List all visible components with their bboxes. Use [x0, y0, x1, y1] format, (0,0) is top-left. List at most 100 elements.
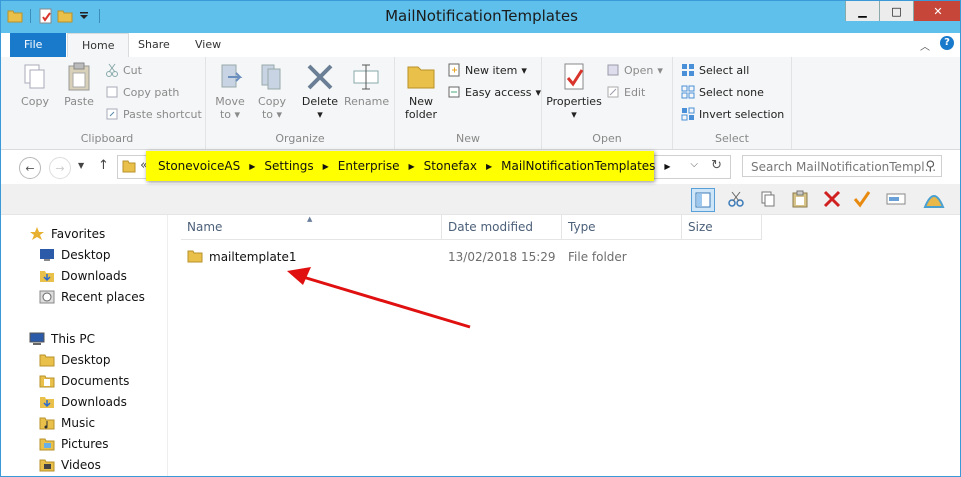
- column-name[interactable]: Name: [181, 215, 442, 239]
- cut-button[interactable]: Cut: [105, 63, 142, 77]
- refresh-icon[interactable]: ↻: [711, 158, 722, 173]
- checkmark-icon[interactable]: [851, 188, 873, 210]
- copy-button[interactable]: Copy: [15, 61, 55, 108]
- invert-selection-button[interactable]: Invert selection: [681, 107, 784, 121]
- copy-label: Copy: [21, 95, 49, 108]
- file-row[interactable]: mailtemplate1 13/02/2018 15:29 File fold…: [183, 247, 762, 267]
- move-to-button[interactable]: Move to ▾: [210, 61, 250, 121]
- chevron-right-icon[interactable]: ▶: [323, 162, 329, 171]
- column-type[interactable]: Type: [562, 215, 682, 239]
- nav-this-pc-label: This PC: [51, 332, 95, 346]
- preview-pane-icon[interactable]: [691, 188, 715, 212]
- rename-icon: [350, 61, 382, 93]
- scissors-icon[interactable]: [725, 188, 747, 210]
- close-button[interactable]: ✕: [913, 1, 960, 21]
- navigation-pane: Favorites Desktop Downloads Recent place…: [1, 215, 168, 476]
- breadcrumb-label: MailNotificationTemplates: [501, 159, 656, 173]
- search-input[interactable]: Search MailNotificationTempl... ⚲: [742, 155, 942, 177]
- forward-arrow-icon: →: [55, 161, 65, 175]
- explorer-window: MailNotificationTemplates ▁ □ ✕ File Hom…: [0, 0, 961, 477]
- edit-button[interactable]: Edit: [606, 85, 645, 99]
- tab-file[interactable]: File: [10, 33, 66, 57]
- chevron-right-icon[interactable]: ▶: [409, 162, 415, 171]
- delete-button[interactable]: Delete ▾: [300, 61, 340, 121]
- up-arrow-icon[interactable]: ↑: [98, 158, 109, 173]
- paste-button[interactable]: Paste: [59, 61, 99, 108]
- new-folder-button[interactable]: New folder: [399, 61, 443, 121]
- nav-pc-pictures[interactable]: Pictures: [39, 437, 109, 451]
- column-size[interactable]: Size: [682, 215, 762, 239]
- nav-pc-desktop[interactable]: Desktop: [39, 353, 111, 367]
- edit-icon: [606, 85, 620, 99]
- dropdown-caret-icon: ▾: [521, 63, 527, 77]
- delete-icon[interactable]: [821, 188, 843, 210]
- nav-pc-videos[interactable]: Videos: [39, 458, 101, 472]
- music-icon: [39, 416, 55, 430]
- new-item-button[interactable]: New item ▾: [447, 63, 527, 77]
- paste-icon[interactable]: [789, 188, 811, 210]
- invert-selection-icon: [681, 107, 695, 121]
- select-all-label: Select all: [699, 63, 750, 77]
- breadcrumb-item[interactable]: MailNotificationTemplates ▶: [501, 159, 679, 173]
- group-label-open: Open: [592, 132, 622, 145]
- nav-this-pc[interactable]: This PC: [29, 332, 95, 346]
- select-none-button[interactable]: Select none: [681, 85, 764, 99]
- copy-path-button[interactable]: Copy path: [105, 85, 179, 99]
- videos-icon: [39, 458, 55, 472]
- copy-icon[interactable]: [757, 188, 779, 210]
- select-none-label: Select none: [699, 85, 764, 99]
- easy-access-icon: [447, 85, 461, 99]
- nav-pc-downloads[interactable]: Downloads: [39, 395, 127, 409]
- select-none-icon: [681, 85, 695, 99]
- help-icon[interactable]: ?: [940, 36, 954, 50]
- breadcrumb-item[interactable]: StonevoiceAS ▶: [158, 159, 264, 173]
- tab-share[interactable]: Share: [124, 33, 184, 57]
- maximize-button[interactable]: □: [879, 1, 913, 21]
- nav-item-label: Documents: [61, 374, 130, 388]
- group-label-new: New: [456, 132, 480, 145]
- nav-favorites-desktop[interactable]: Desktop: [39, 248, 111, 262]
- rename-icon[interactable]: [885, 188, 907, 210]
- copy-to-button[interactable]: Copy to ▾: [252, 61, 292, 121]
- breadcrumb-item[interactable]: Stonefax ▶: [424, 159, 502, 173]
- breadcrumb-item[interactable]: Settings ▶: [264, 159, 337, 173]
- collapse-ribbon-icon[interactable]: ︿: [920, 38, 930, 53]
- window-controls: ▁ □ ✕: [845, 1, 960, 21]
- column-date-modified[interactable]: Date modified: [442, 215, 562, 239]
- paste-shortcut-icon: [105, 107, 119, 121]
- chevron-right-icon[interactable]: ▶: [249, 162, 255, 171]
- forward-button[interactable]: →: [49, 157, 71, 179]
- new-folder-label: New folder: [405, 95, 437, 121]
- shell-icon[interactable]: [923, 188, 945, 210]
- recent-locations-icon[interactable]: ▼: [78, 161, 84, 170]
- chevron-right-icon[interactable]: ▶: [664, 162, 670, 171]
- nav-pc-music[interactable]: Music: [39, 416, 95, 430]
- rename-label: Rename: [344, 95, 390, 108]
- copy-path-label: Copy path: [123, 85, 180, 99]
- tab-view[interactable]: View: [181, 33, 235, 57]
- nav-favorites[interactable]: Favorites: [29, 227, 105, 241]
- breadcrumb-item[interactable]: Enterprise ▶: [338, 159, 424, 173]
- delete-label: Delete: [301, 95, 339, 108]
- rename-button[interactable]: Rename: [344, 61, 390, 108]
- group-clipboard: Copy Paste Cut Copy path Paste shortcut …: [9, 57, 206, 149]
- nav-favorites-downloads[interactable]: Downloads: [39, 269, 127, 283]
- select-all-button[interactable]: Select all: [681, 63, 749, 77]
- properties-button[interactable]: Properties ▾: [546, 61, 602, 121]
- ribbon: Copy Paste Cut Copy path Paste shortcut …: [1, 57, 960, 150]
- nav-pc-documents[interactable]: Documents: [39, 374, 129, 388]
- column-header: Name Date modified Type Size: [181, 215, 762, 240]
- easy-access-button[interactable]: Easy access ▾: [447, 85, 541, 99]
- nav-item-label: Desktop: [61, 353, 111, 367]
- tab-home[interactable]: Home: [67, 33, 130, 58]
- nav-item-label: Pictures: [61, 437, 109, 451]
- minimize-button[interactable]: ▁: [845, 1, 879, 21]
- nav-favorites-recent-places[interactable]: Recent places: [39, 290, 145, 304]
- address-history-dropdown-icon[interactable]: ⌵: [690, 159, 698, 170]
- window-title: MailNotificationTemplates: [385, 7, 578, 25]
- group-label-select: Select: [715, 132, 749, 145]
- back-button[interactable]: ←: [19, 157, 41, 179]
- chevron-right-icon[interactable]: ▶: [486, 162, 492, 171]
- paste-shortcut-button[interactable]: Paste shortcut: [105, 107, 202, 121]
- open-button[interactable]: Open ▾: [606, 63, 663, 77]
